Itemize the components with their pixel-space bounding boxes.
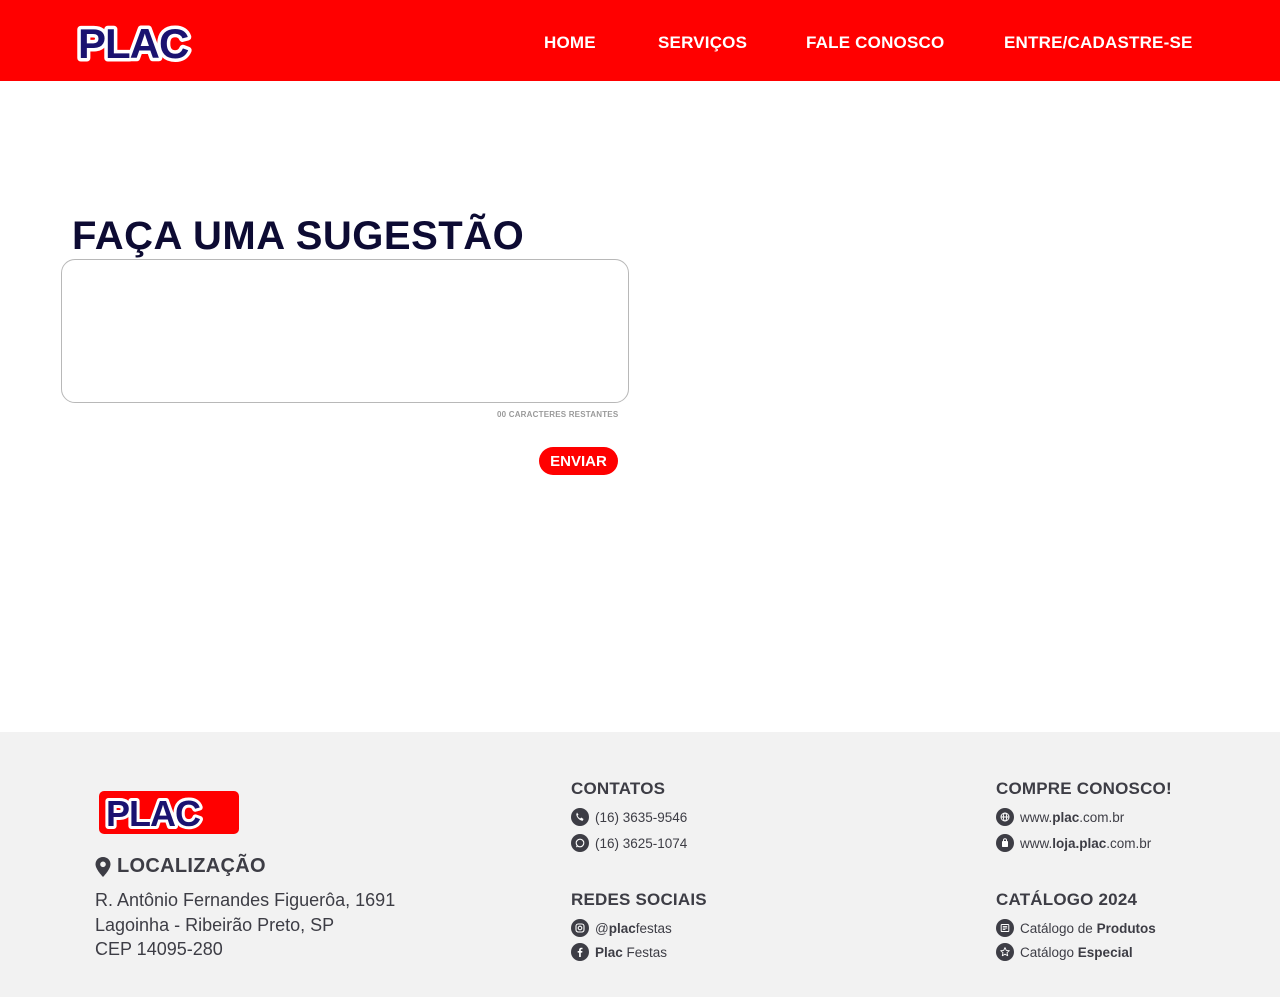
- website-link[interactable]: www.plac.com.br: [996, 808, 1124, 826]
- catalog-products-link[interactable]: Catálogo de Produtos: [996, 919, 1156, 937]
- globe-icon: [996, 808, 1014, 826]
- nav-login-signup[interactable]: ENTRE/CADASTRE-SE: [1004, 33, 1193, 53]
- catalog1-prefix: Catálogo de: [1020, 920, 1097, 936]
- character-counter: 00 CARACTERES RESTANTES: [497, 410, 619, 419]
- facebook-suffix: Festas: [622, 944, 668, 960]
- site1-prefix: www.: [1020, 809, 1053, 825]
- contacts-title: CONTATOS: [571, 779, 666, 798]
- whatsapp-icon: [571, 834, 589, 852]
- store-link[interactable]: www.loja.plac.com.br: [996, 834, 1151, 852]
- footer-plac-logo[interactable]: PLAC PLAC: [99, 791, 239, 834]
- instagram-suffix: festas: [635, 920, 672, 936]
- phone-contact[interactable]: (16) 3635-9546: [571, 808, 687, 826]
- site2-prefix: www.: [1020, 835, 1053, 851]
- site-footer: PLAC PLAC LOCALIZAÇÃO R. Antônio Fernand…: [0, 732, 1280, 997]
- suggestion-textarea[interactable]: [61, 259, 629, 403]
- catalog2-prefix: Catálogo: [1020, 944, 1078, 960]
- location-heading: LOCALIZAÇÃO: [95, 855, 266, 878]
- site2-suffix: .com.br: [1106, 835, 1152, 851]
- send-button[interactable]: ENVIAR: [539, 447, 618, 475]
- address-line: Lagoinha - Ribeirão Preto, SP: [95, 915, 335, 935]
- instagram-icon: [571, 919, 589, 937]
- nav-contact[interactable]: FALE CONOSCO: [806, 33, 944, 53]
- site-header: PLAC PLAC HOME SERVIÇOS FALE CONOSCO ENT…: [0, 0, 1280, 81]
- svg-text:PLAC: PLAC: [106, 793, 201, 834]
- location-pin-icon: [95, 856, 111, 877]
- shop-title: COMPRE CONOSCO!: [996, 779, 1172, 798]
- catalog-icon: [996, 919, 1014, 937]
- whatsapp-contact[interactable]: (16) 3625-1074: [571, 834, 687, 852]
- address-line: R. Antônio Fernandes Figuerôa, 1691: [95, 890, 396, 910]
- main-nav: HOME SERVIÇOS FALE CONOSCO ENTRE/CADASTR…: [0, 0, 1280, 81]
- star-icon: [996, 943, 1014, 961]
- facebook-icon: [571, 943, 589, 961]
- nav-services[interactable]: SERVIÇOS: [658, 33, 747, 53]
- catalog1-bold: Produtos: [1096, 920, 1156, 936]
- instagram-prefix: @: [595, 920, 609, 936]
- instagram-bold: plac: [608, 920, 636, 936]
- instagram-link[interactable]: @placfestas: [571, 919, 672, 937]
- nav-home[interactable]: HOME: [544, 33, 596, 53]
- catalog2-bold: Especial: [1077, 944, 1133, 960]
- phone-icon: [571, 808, 589, 826]
- site1-suffix: .com.br: [1079, 809, 1125, 825]
- page-title: FAÇA UMA SUGESTÃO: [72, 214, 525, 258]
- social-title: REDES SOCIAIS: [571, 890, 707, 909]
- phone-number: (16) 3635-9546: [595, 809, 688, 825]
- shopping-bag-icon: [996, 834, 1014, 852]
- facebook-bold: Plac: [595, 944, 623, 960]
- location-title: LOCALIZAÇÃO: [117, 855, 266, 877]
- site2-bold: loja.plac: [1052, 835, 1107, 851]
- facebook-link[interactable]: Plac Festas: [571, 943, 667, 961]
- catalog-title: CATÁLOGO 2024: [996, 890, 1138, 909]
- whatsapp-number: (16) 3625-1074: [595, 835, 688, 851]
- catalog-special-link[interactable]: Catálogo Especial: [996, 943, 1133, 961]
- site1-bold: plac: [1052, 809, 1080, 825]
- address-line: CEP 14095-280: [95, 939, 223, 959]
